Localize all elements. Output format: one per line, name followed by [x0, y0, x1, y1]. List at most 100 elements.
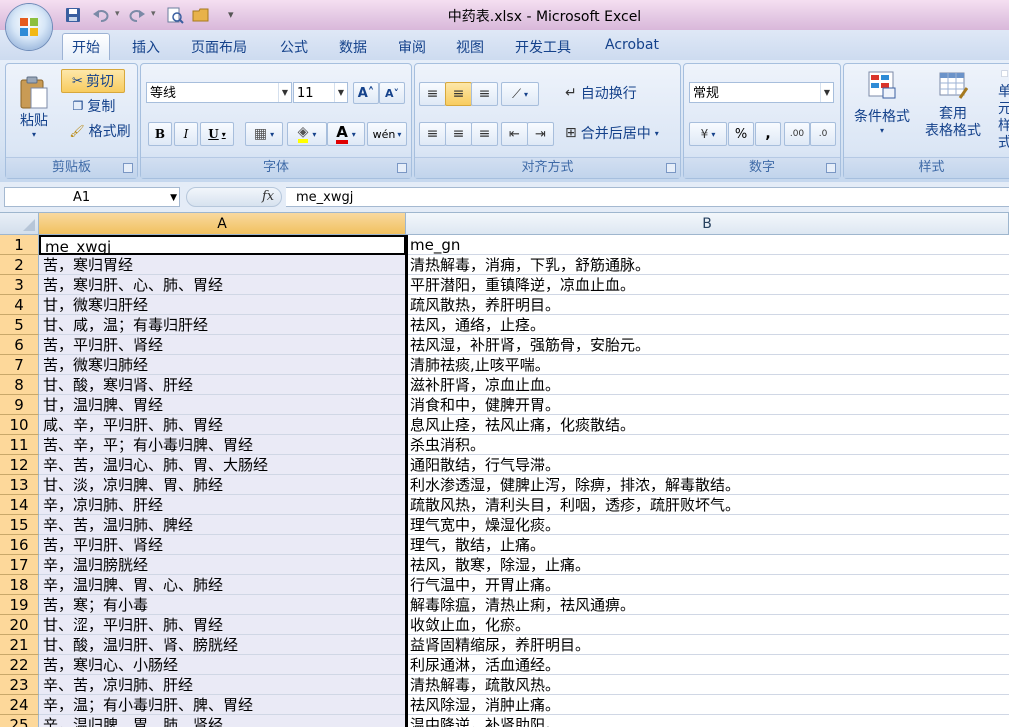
row-header[interactable]: 19	[0, 595, 39, 615]
decrease-indent-button[interactable]: ⇤	[501, 122, 528, 146]
grow-font-button[interactable]: A˄	[353, 82, 379, 104]
tab-view[interactable]: 视图	[456, 37, 484, 57]
cell-b[interactable]: 祛风湿，补肝肾，强筋骨，安胎元。	[406, 335, 1009, 355]
tab-data[interactable]: 数据	[339, 37, 367, 57]
tab-home[interactable]: 开始	[62, 33, 110, 63]
underline-button[interactable]: U ▾	[200, 122, 234, 146]
cell-a[interactable]: 甘，温归脾、胃经	[39, 395, 406, 415]
row-header[interactable]: 16	[0, 535, 39, 555]
fill-color-button[interactable]: ◈ ▾	[287, 122, 327, 146]
orientation-button[interactable]: ⟋ ▾	[501, 82, 539, 106]
row-header[interactable]: 1	[0, 235, 39, 255]
cell-b[interactable]: 疏散风热，清利头目，利咽，透疹，疏肝败坏气。	[406, 495, 1009, 515]
shrink-font-button[interactable]: A˅	[379, 82, 405, 104]
cell-b[interactable]: 祛风，通络，止痉。	[406, 315, 1009, 335]
align-middle-button[interactable]: ≡	[445, 82, 472, 106]
cell-a[interactable]: 苦，平归肝、肾经	[39, 535, 406, 555]
cell-a[interactable]: 甘、涩，平归肝、肺、胃经	[39, 615, 406, 635]
cell-a[interactable]: 苦，平归肝、肾经	[39, 335, 406, 355]
cell-a[interactable]: 苦，微寒归肺经	[39, 355, 406, 375]
row-header[interactable]: 5	[0, 315, 39, 335]
alignment-dialog-launcher[interactable]	[666, 163, 676, 173]
italic-button[interactable]: I	[174, 122, 198, 146]
number-dialog-launcher[interactable]	[826, 163, 836, 173]
cell-a[interactable]: 苦，寒归胃经	[39, 255, 406, 275]
row-header[interactable]: 25	[0, 715, 39, 727]
percent-style-button[interactable]: %	[728, 122, 754, 146]
cell-a[interactable]: 辛，温归膀胱经	[39, 555, 406, 575]
align-right-button[interactable]: ≡	[471, 122, 498, 146]
office-button[interactable]	[6, 4, 52, 50]
font-dialog-launcher[interactable]	[397, 163, 407, 173]
number-format-combo[interactable]: 常规 ▼	[689, 82, 834, 103]
column-header-a[interactable]: A	[39, 213, 406, 235]
cell-a[interactable]: 辛，温；有小毒归肝、脾、胃经	[39, 695, 406, 715]
font-name-combo[interactable]: 等线 ▼	[146, 82, 292, 103]
row-header[interactable]: 8	[0, 375, 39, 395]
cell-a[interactable]: 辛，温归脾、胃、肺、肾经	[39, 715, 406, 727]
row-header[interactable]: 4	[0, 295, 39, 315]
tab-developer[interactable]: 开发工具	[515, 37, 571, 57]
clipboard-dialog-launcher[interactable]	[123, 163, 133, 173]
row-header[interactable]: 2	[0, 255, 39, 275]
cell-b[interactable]: 平肝潜阳，重镇降逆，凉血止血。	[406, 275, 1009, 295]
cell-b[interactable]: 理气，散结，止痛。	[406, 535, 1009, 555]
format-painter-button[interactable]: 🖌 格式刷	[64, 120, 136, 142]
accounting-format-button[interactable]: ¥ ▾	[689, 122, 727, 146]
cell-b[interactable]: 清热解毒，消痈，下乳，舒筋通脉。	[406, 255, 1009, 275]
cell-a[interactable]: 辛、苦，温归肺、脾经	[39, 515, 406, 535]
conditional-format-button[interactable]: 条件格式 ▾	[847, 70, 917, 152]
cell-a[interactable]: 苦，寒归肝、心、肺、胃经	[39, 275, 406, 295]
cell-b[interactable]: 理气宽中，燥湿化痰。	[406, 515, 1009, 535]
align-left-button[interactable]: ≡	[419, 122, 446, 146]
comma-style-button[interactable]: ,	[755, 122, 781, 146]
cell-b[interactable]: 消食和中，健脾开胃。	[406, 395, 1009, 415]
tab-formulas[interactable]: 公式	[280, 37, 308, 57]
cell-b[interactable]: 滋补肝肾，凉血止血。	[406, 375, 1009, 395]
row-header[interactable]: 24	[0, 695, 39, 715]
row-header[interactable]: 10	[0, 415, 39, 435]
cell-styles-button[interactable]: 单元 样式	[988, 70, 1009, 152]
cell-b[interactable]: 清热解毒，疏散风热。	[406, 675, 1009, 695]
row-header[interactable]: 20	[0, 615, 39, 635]
cell-a[interactable]: 咸、辛，平归肝、肺、胃经	[39, 415, 406, 435]
row-header[interactable]: 17	[0, 555, 39, 575]
name-box[interactable]: A1 ▼	[4, 187, 180, 207]
increase-decimal-button[interactable]: .00	[784, 122, 810, 146]
row-header[interactable]: 15	[0, 515, 39, 535]
insert-function-icon[interactable]: fx	[262, 189, 274, 204]
cell-b[interactable]: me_gn	[406, 235, 1009, 255]
merge-center-button[interactable]: ⊞ 合并后居中 ▾	[565, 121, 677, 145]
format-as-table-button[interactable]: 套用 表格格式	[914, 70, 992, 152]
borders-button[interactable]: ▦ ▾	[245, 122, 283, 146]
cell-a[interactable]: me_xwgj	[39, 235, 406, 255]
cell-a[interactable]: 甘、酸，温归肝、肾、膀胱经	[39, 635, 406, 655]
row-header[interactable]: 23	[0, 675, 39, 695]
wrap-text-button[interactable]: ↵ 自动换行	[565, 81, 665, 105]
cell-b[interactable]: 疏风散热，养肝明目。	[406, 295, 1009, 315]
font-color-button[interactable]: A ▾	[327, 122, 365, 146]
select-all-button[interactable]	[0, 213, 39, 235]
cell-b[interactable]: 清肺祛痰,止咳平喘。	[406, 355, 1009, 375]
cell-b[interactable]: 温中降逆，补肾助阳。	[406, 715, 1009, 727]
cell-a[interactable]: 甘、淡，凉归脾、胃、肺经	[39, 475, 406, 495]
tab-acrobat[interactable]: Acrobat	[605, 37, 659, 53]
cell-b[interactable]: 解毒除瘟，清热止痢，祛风通痹。	[406, 595, 1009, 615]
row-header[interactable]: 6	[0, 335, 39, 355]
cell-b[interactable]: 利尿通淋，活血通经。	[406, 655, 1009, 675]
cell-a[interactable]: 辛，温归脾、胃、心、肺经	[39, 575, 406, 595]
cell-a[interactable]: 甘，微寒归肝经	[39, 295, 406, 315]
cell-b[interactable]: 收敛止血，化瘀。	[406, 615, 1009, 635]
cell-a[interactable]: 苦，寒归心、小肠经	[39, 655, 406, 675]
tab-insert[interactable]: 插入	[132, 37, 160, 57]
cell-b[interactable]: 利水渗透湿，健脾止泻，除痹，排浓，解毒散结。	[406, 475, 1009, 495]
row-header[interactable]: 9	[0, 395, 39, 415]
cell-a[interactable]: 辛、苦，温归心、肺、胃、大肠经	[39, 455, 406, 475]
cut-button[interactable]: ✂ 剪切	[61, 69, 125, 93]
cell-a[interactable]: 甘、酸，寒归肾、肝经	[39, 375, 406, 395]
cell-a[interactable]: 辛，凉归肺、肝经	[39, 495, 406, 515]
copy-button[interactable]: ❐ 复制	[63, 95, 125, 117]
tab-page-layout[interactable]: 页面布局	[191, 37, 247, 57]
cell-b[interactable]: 益肾固精缩尿，养肝明目。	[406, 635, 1009, 655]
row-header[interactable]: 7	[0, 355, 39, 375]
